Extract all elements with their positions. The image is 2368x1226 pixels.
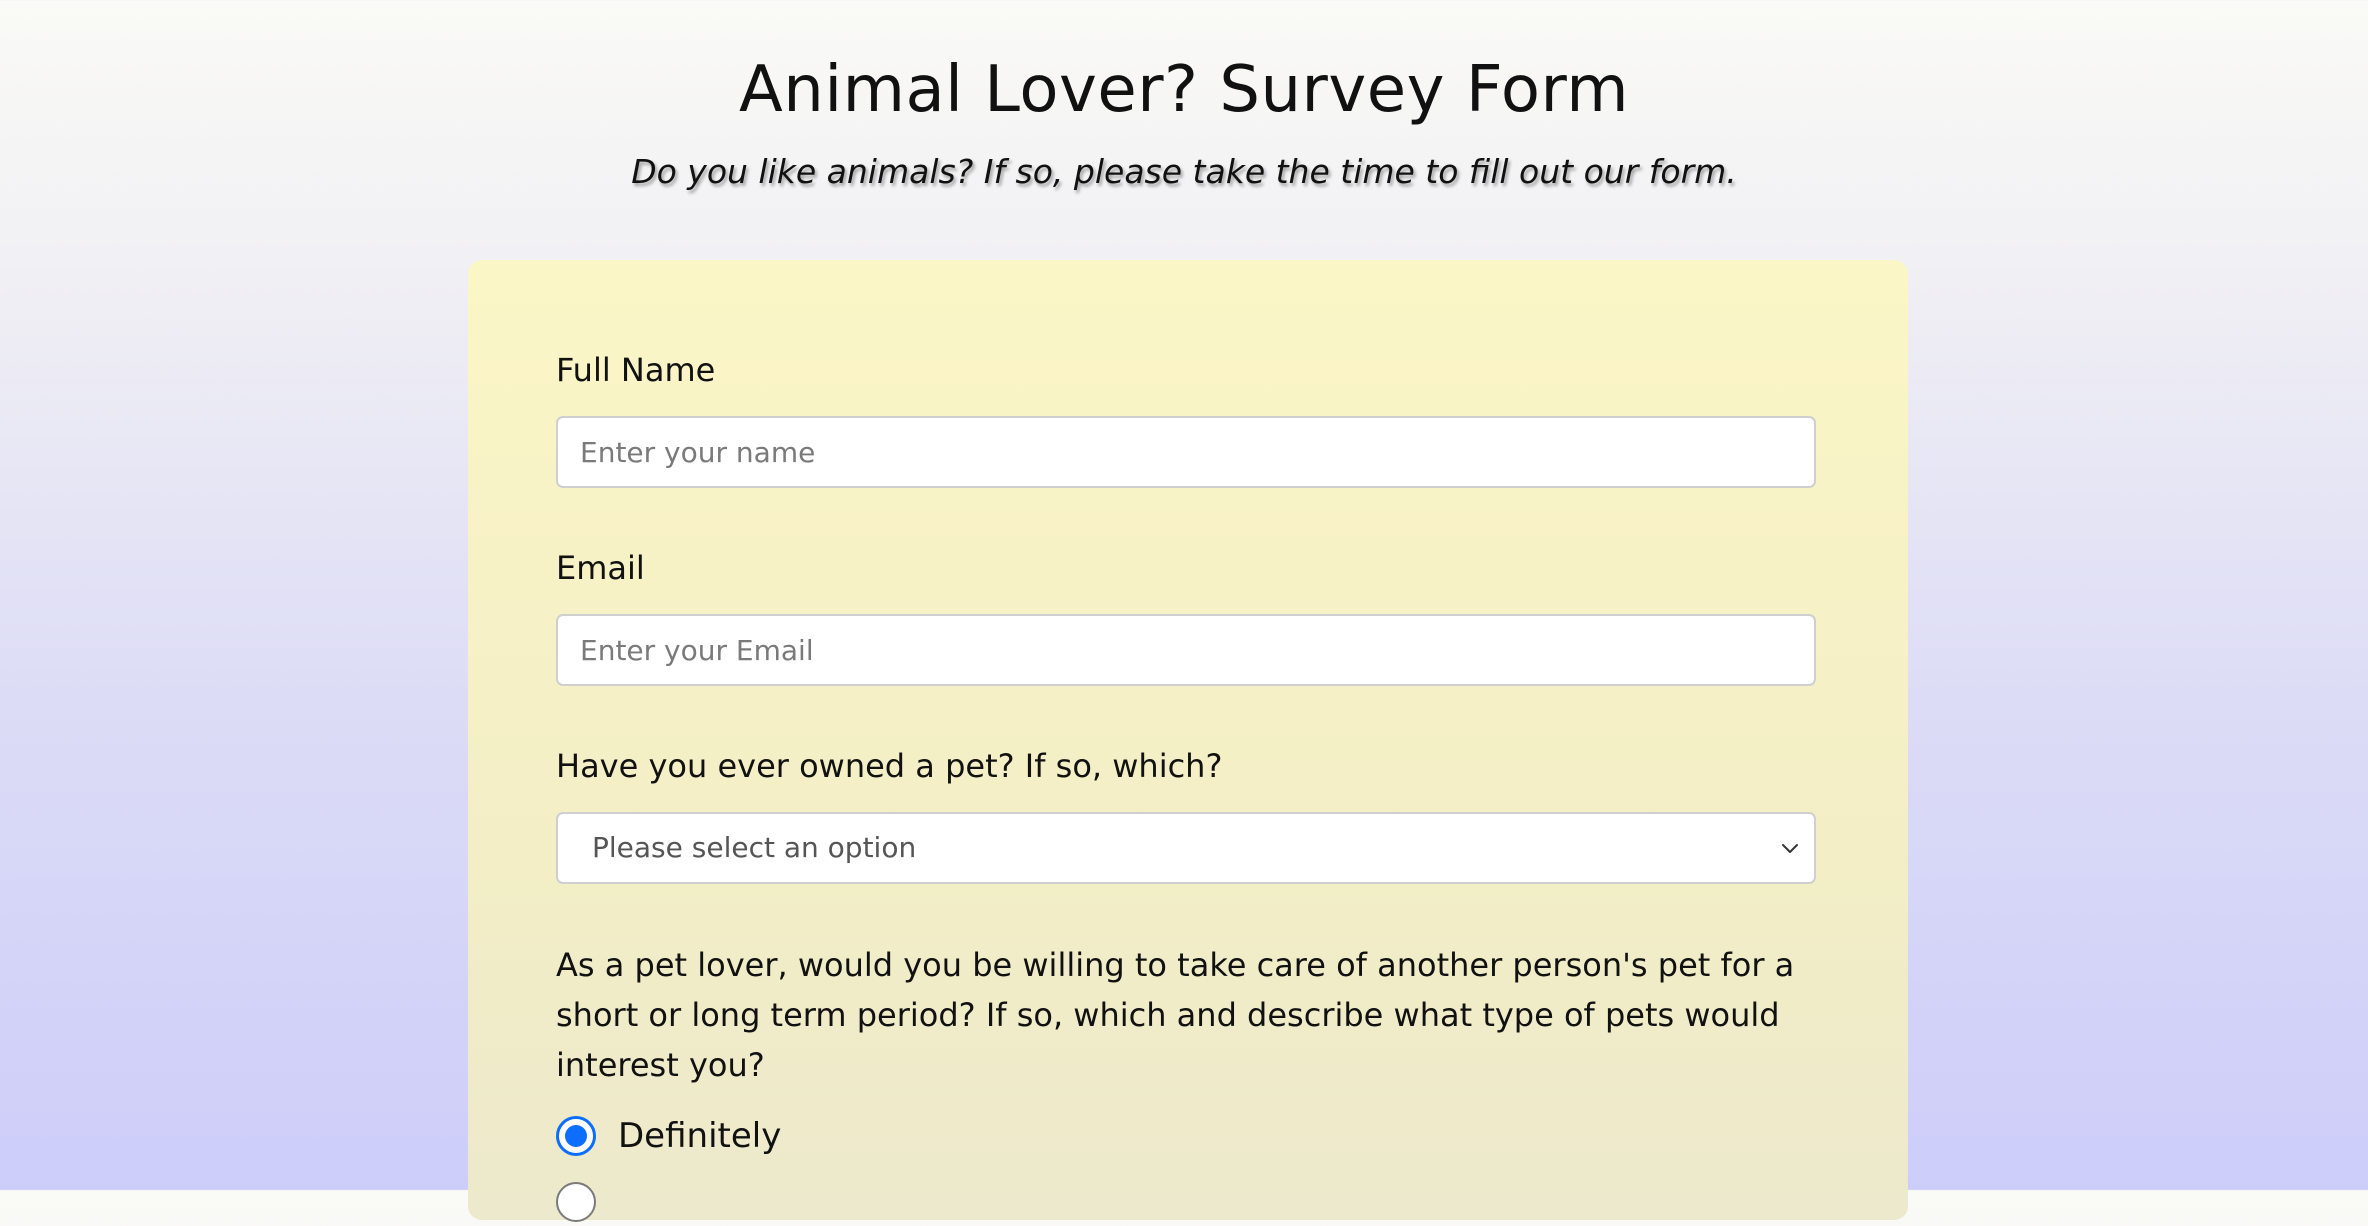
page-title: Animal Lover? Survey Form <box>738 53 1630 127</box>
radio-button-definitely[interactable] <box>556 1116 596 1156</box>
radio-label-definitely: Definitely <box>618 1116 782 1156</box>
full-name-label: Full Name <box>556 351 716 389</box>
radio-button-next[interactable] <box>556 1182 596 1222</box>
page-subtitle: Do you like animals? If so, please take … <box>631 152 1737 191</box>
chevron-down-icon <box>1782 844 1798 853</box>
pet-select-value: Please select an option <box>592 831 917 864</box>
pet-select-label: Have you ever owned a pet? If so, which? <box>556 747 1223 785</box>
email-label: Email <box>556 549 645 587</box>
pet-care-question: As a pet lover, would you be willing to … <box>556 946 1795 1084</box>
pet-select-dropdown[interactable]: Please select an option <box>556 812 1816 884</box>
full-name-input[interactable] <box>556 416 1816 488</box>
email-input[interactable] <box>556 614 1816 686</box>
survey-form: Full Name Email Have you ever owned a pe… <box>468 260 1908 1222</box>
